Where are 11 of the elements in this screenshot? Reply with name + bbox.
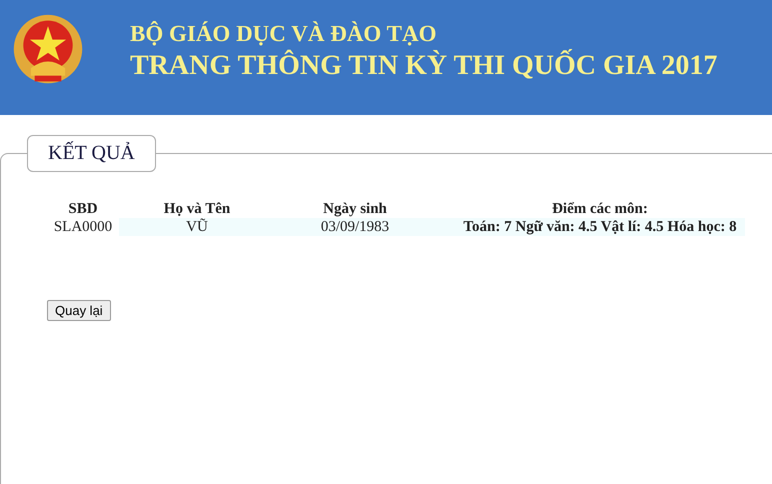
column-header: Điểm các môn: [551,200,649,218]
table-cell: VŨ [119,218,261,236]
ministry-title: BỘ GIÁO DỤC VÀ ĐÀO TẠO [130,20,438,48]
table-cell: Toán: 7 Ngữ văn: 4.5 Vật lí: 4.5 Hóa học: 8 [449,218,745,236]
column-header: SBD [67,200,99,218]
column-header: Họ và Tên [162,200,232,218]
column-header: Ngày sinh [322,200,388,218]
table-cell: 03/09/1983 [261,218,449,236]
result-legend: KẾT QUẢ [27,135,156,172]
site-title: TRANG THÔNG TIN KỲ THI QUỐC GIA 2017 [130,48,718,82]
back-button[interactable]: Quay lại [47,300,111,321]
